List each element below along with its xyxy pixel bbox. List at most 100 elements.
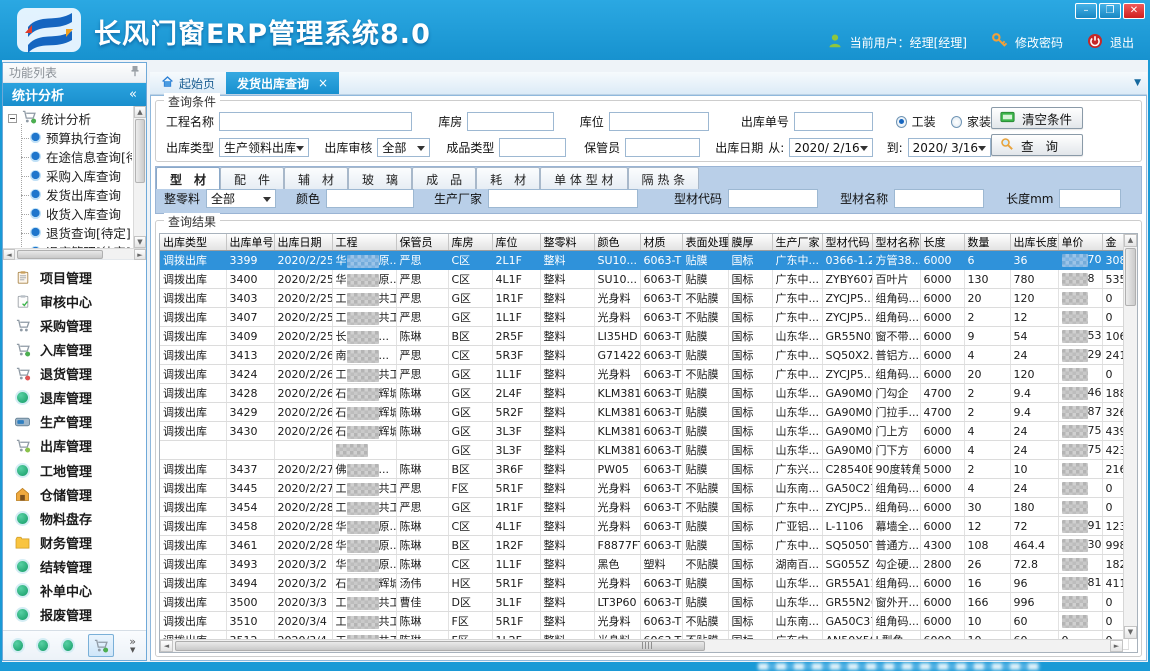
table-cell[interactable]: 陈琳 bbox=[396, 612, 448, 631]
table-cell[interactable]: 广亚铝... bbox=[772, 517, 822, 536]
table-cell[interactable]: 调拨出库 bbox=[160, 555, 226, 574]
table-cell[interactable]: 国标 bbox=[728, 460, 772, 479]
material-tab[interactable]: 隔 热 条 bbox=[628, 167, 700, 189]
table-cell[interactable]: 调拨出库 bbox=[160, 365, 226, 384]
table-cell[interactable]: 6000 bbox=[920, 574, 964, 593]
table-cell[interactable]: 5R1F bbox=[492, 574, 540, 593]
table-cell[interactable]: 6063-T5 bbox=[640, 612, 682, 631]
table-cell[interactable]: 1R1F bbox=[492, 289, 540, 308]
column-header[interactable]: 材质 bbox=[640, 234, 682, 251]
table-cell[interactable]: 山东华... bbox=[772, 441, 822, 460]
table-cell[interactable]: 国标 bbox=[728, 498, 772, 517]
table-cell[interactable]: 整料 bbox=[540, 346, 594, 365]
table-cell[interactable]: SU10... bbox=[594, 251, 640, 270]
table-cell[interactable]: 严思 bbox=[396, 346, 448, 365]
table-cell[interactable]: 严思 bbox=[396, 365, 448, 384]
table-cell[interactable]: 光身料 bbox=[594, 517, 640, 536]
table-cell[interactable]: C区 bbox=[448, 346, 492, 365]
table-cell[interactable]: 组角码... bbox=[872, 289, 920, 308]
table-cell[interactable]: 0366-1.2 bbox=[822, 251, 872, 270]
table-cell[interactable]: 2020/2/26 bbox=[274, 384, 332, 403]
column-header[interactable]: 颜色 bbox=[594, 234, 640, 251]
table-cell[interactable]: 贴膜 bbox=[682, 270, 728, 289]
table-cell[interactable]: SG055Z bbox=[822, 555, 872, 574]
table-cell[interactable]: 3400 bbox=[226, 270, 274, 289]
table-cell[interactable]: 6000 bbox=[920, 270, 964, 289]
table-cell[interactable]: 996 bbox=[1010, 593, 1058, 612]
table-cell[interactable]: 山东华... bbox=[772, 403, 822, 422]
table-cell[interactable]: 幕墙全... bbox=[872, 517, 920, 536]
table-cell[interactable]: 工共工程 bbox=[332, 308, 396, 327]
table-cell[interactable]: 严思 bbox=[396, 289, 448, 308]
table-cell[interactable]: 整料 bbox=[540, 498, 594, 517]
grid-vertical-scrollbar[interactable]: ▲ ▼ bbox=[1123, 234, 1137, 639]
table-row[interactable]: 调拨出库34032020/2/25工共工程严思G区1R1F整料光身料6063-T… bbox=[160, 289, 1128, 308]
table-cell[interactable]: 石辉城 bbox=[332, 574, 396, 593]
table-cell[interactable]: 2020/2/26 bbox=[274, 346, 332, 365]
project-name-input[interactable] bbox=[219, 112, 412, 131]
cart-shortcut-button[interactable] bbox=[88, 634, 114, 657]
table-cell[interactable]: 3L3F bbox=[492, 422, 540, 441]
table-cell[interactable]: 陈琳 bbox=[396, 422, 448, 441]
profile-code-input[interactable] bbox=[728, 189, 818, 208]
scrollbar-thumb[interactable] bbox=[1125, 248, 1136, 306]
table-cell[interactable]: 72 bbox=[1010, 517, 1058, 536]
table-cell[interactable]: 20 bbox=[964, 365, 1010, 384]
table-cell[interactable]: 2020/2/26 bbox=[274, 365, 332, 384]
table-cell[interactable]: 1R2F bbox=[492, 536, 540, 555]
table-cell[interactable]: 5R3F bbox=[492, 346, 540, 365]
table-cell[interactable]: 不贴膜 bbox=[682, 479, 728, 498]
table-cell[interactable]: 不贴膜 bbox=[682, 555, 728, 574]
table-cell[interactable]: 华原... bbox=[332, 555, 396, 574]
table-cell[interactable]: 9.4 bbox=[1010, 403, 1058, 422]
column-header[interactable]: 库房 bbox=[448, 234, 492, 251]
table-cell[interactable]: 组角码... bbox=[872, 612, 920, 631]
table-cell[interactable]: 组角码... bbox=[872, 574, 920, 593]
table-row[interactable]: 调拨出库34372020/2/27佛...陈琳B区3R6F整料PW056063-… bbox=[160, 460, 1128, 479]
column-header[interactable]: 单价 bbox=[1058, 234, 1102, 251]
table-row[interactable]: 调拨出库34132020/2/26南...严思C区5R3F整料G71422606… bbox=[160, 346, 1128, 365]
table-cell[interactable]: 国标 bbox=[728, 308, 772, 327]
table-cell[interactable]: 整料 bbox=[540, 479, 594, 498]
table-row[interactable]: 调拨出库34072020/2/25工共工程严思G区1L1F整料光身料6063-T… bbox=[160, 308, 1128, 327]
table-cell[interactable]: GR55N02 bbox=[822, 327, 872, 346]
tree-item[interactable]: 收货入库查询 bbox=[18, 204, 132, 223]
table-cell[interactable]: 广东中... bbox=[772, 270, 822, 289]
table-row[interactable]: 调拨出库34542020/2/28工共工程严思G区1R1F整料光身料6063-T… bbox=[160, 498, 1128, 517]
table-cell[interactable]: H区 bbox=[448, 574, 492, 593]
table-cell[interactable]: 国标 bbox=[728, 441, 772, 460]
table-cell[interactable]: L-1106 bbox=[822, 517, 872, 536]
table-cell[interactable]: 国标 bbox=[728, 251, 772, 270]
table-cell[interactable]: 国标 bbox=[728, 384, 772, 403]
table-cell[interactable]: 6063-T5 bbox=[640, 479, 682, 498]
table-cell[interactable]: 贴膜 bbox=[682, 403, 728, 422]
column-header[interactable]: 膜厚 bbox=[728, 234, 772, 251]
table-cell[interactable]: B区 bbox=[448, 460, 492, 479]
tree-root-statistics[interactable]: 统计分析 bbox=[5, 108, 132, 128]
table-cell[interactable]: 2972 bbox=[1058, 346, 1102, 365]
table-cell[interactable]: 2020/2/25 bbox=[274, 327, 332, 346]
table-cell[interactable]: 916 bbox=[1058, 517, 1102, 536]
table-cell[interactable]: 整料 bbox=[540, 593, 594, 612]
color-input[interactable] bbox=[326, 189, 414, 208]
table-cell[interactable]: 不贴膜 bbox=[682, 308, 728, 327]
table-cell[interactable]: G71422 bbox=[594, 346, 640, 365]
table-cell[interactable]: G区 bbox=[448, 498, 492, 517]
table-cell[interactable]: G区 bbox=[448, 289, 492, 308]
table-cell[interactable]: ZYCJP5... bbox=[822, 498, 872, 517]
table-cell[interactable]: 6063-T5 bbox=[640, 536, 682, 555]
table-cell[interactable]: 180 bbox=[1010, 498, 1058, 517]
table-cell[interactable]: 306 bbox=[1058, 536, 1102, 555]
table-cell[interactable]: 国标 bbox=[728, 612, 772, 631]
table-cell[interactable]: 3R6F bbox=[492, 460, 540, 479]
table-cell[interactable]: 国标 bbox=[728, 517, 772, 536]
table-cell[interactable]: KLM3817 bbox=[594, 403, 640, 422]
table-cell[interactable]: GR55A11 bbox=[822, 574, 872, 593]
table-cell[interactable]: G区 bbox=[448, 365, 492, 384]
table-cell[interactable]: 工共工程 bbox=[332, 593, 396, 612]
table-cell[interactable]: 华原... bbox=[332, 517, 396, 536]
table-cell[interactable]: 30 bbox=[964, 498, 1010, 517]
table-cell[interactable]: 光身料 bbox=[594, 479, 640, 498]
table-cell[interactable]: 6000 bbox=[920, 441, 964, 460]
logout-link[interactable]: 退出 bbox=[1110, 34, 1134, 51]
